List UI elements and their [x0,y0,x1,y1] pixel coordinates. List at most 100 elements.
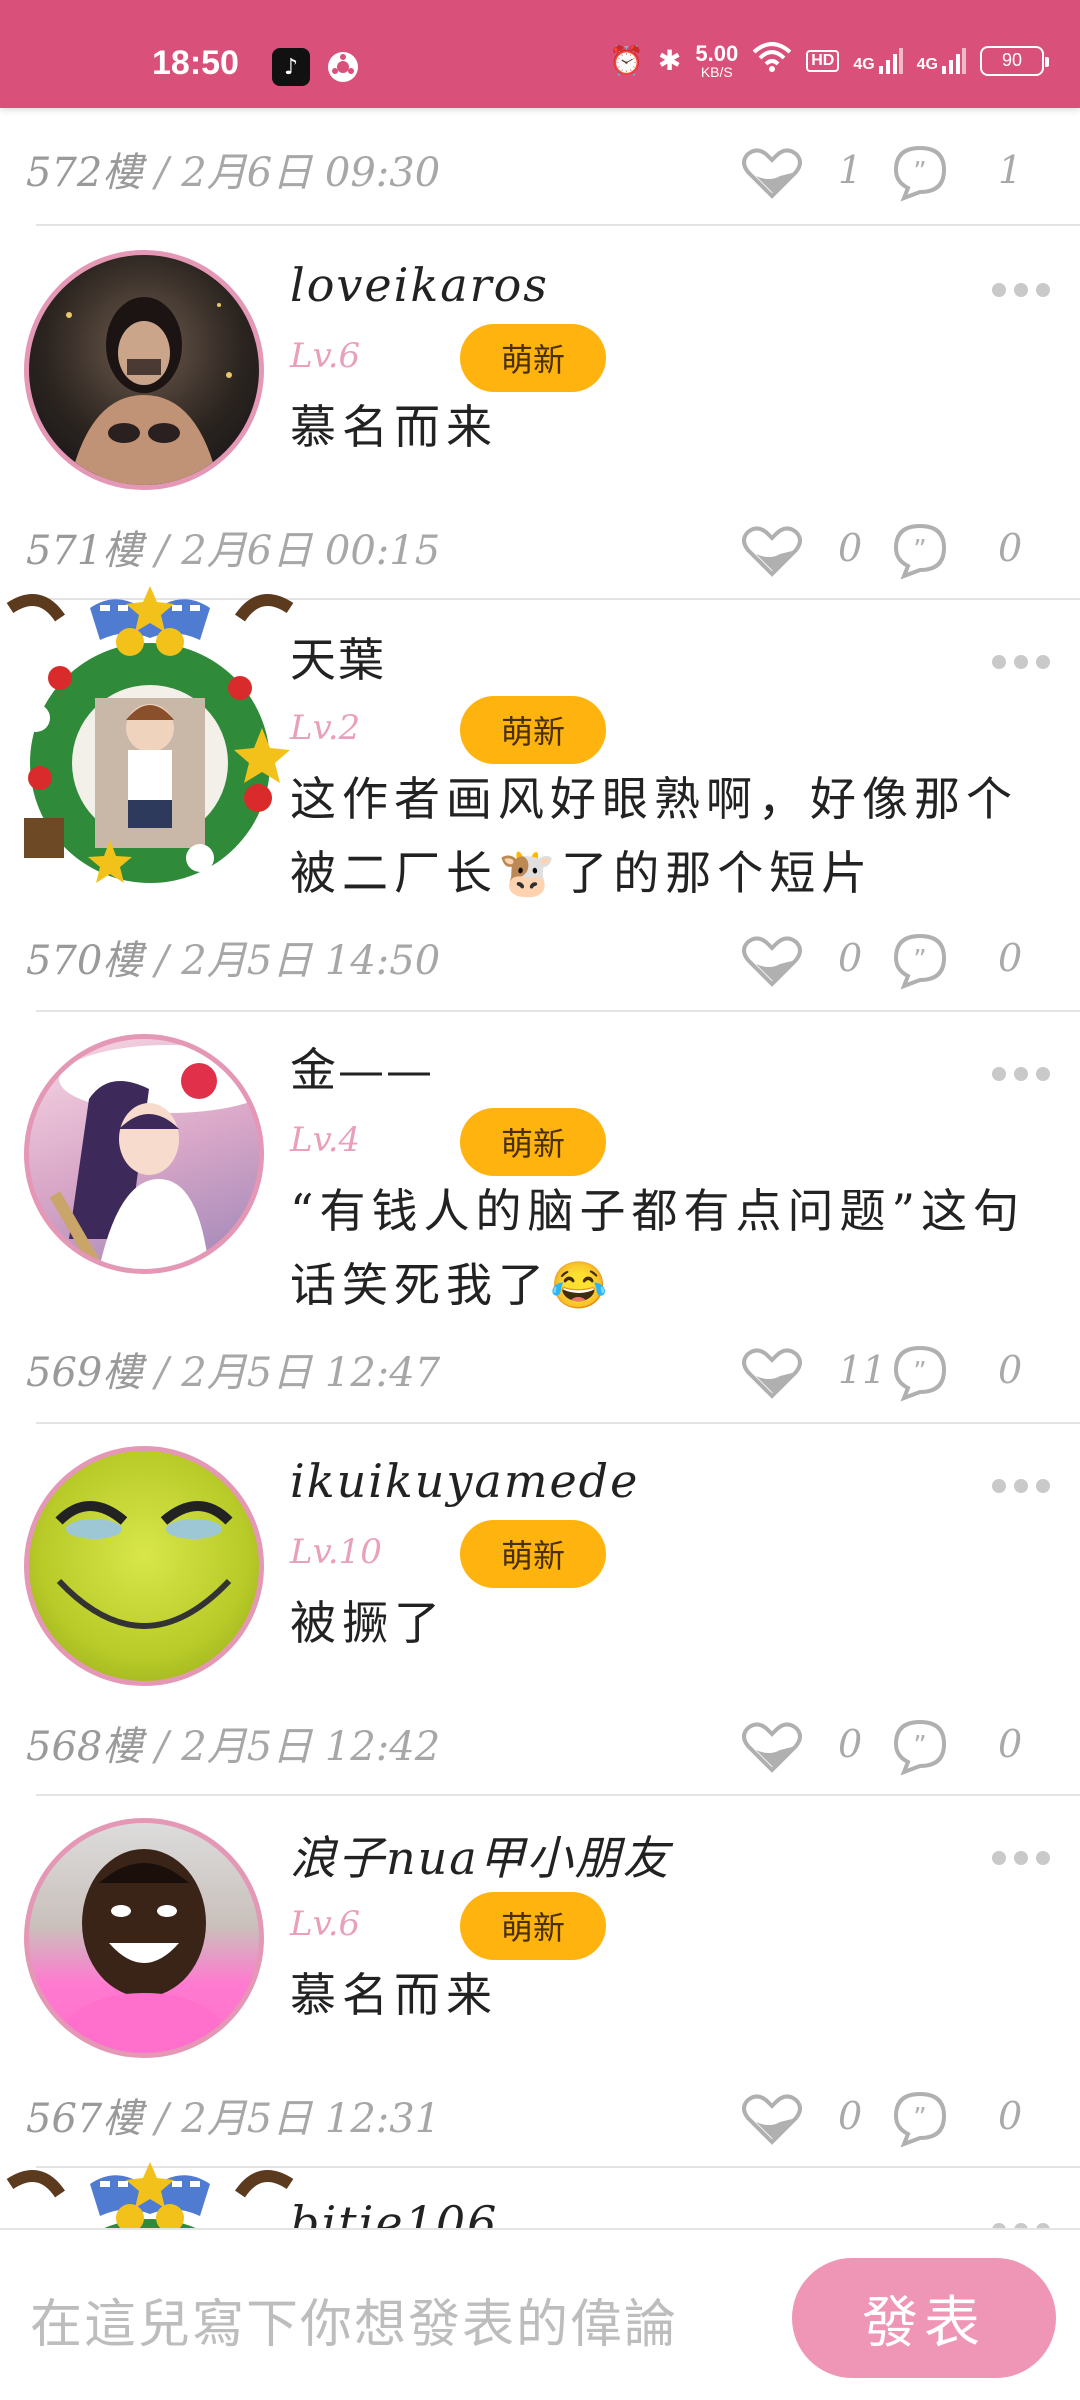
comment-text: 被撅了 [290,1596,446,1650]
user-tag-badge: 萌新 [460,696,606,764]
floor-number: 569樓 [26,1350,143,1396]
reply-icon[interactable]: ” [890,1342,950,1402]
comment-text: 慕名而来 [290,400,498,454]
network-speed: 5.00 KB/S [695,40,739,79]
username[interactable]: loveikaros [290,258,549,312]
user-level: Lv.4 [290,1120,361,1160]
reply-icon[interactable]: ” [890,2088,950,2148]
hd-badge: HD [806,49,840,72]
comment-input[interactable]: 在這兒寫下你想發表的偉論 [30,2282,750,2355]
more-options-icon[interactable] [992,1476,1052,1496]
meta-separator: / [155,938,182,984]
like-count: 0 [838,936,863,980]
like-count: 11 [838,1348,887,1392]
comment-item: loveikaros Lv.6 萌新 慕名而来 571樓 / 2月6日 00:1… [0,228,1080,600]
comment-actions: 0 ” 0 [740,1716,1080,1776]
comment-actions: 0 ” 0 [740,930,1080,990]
like-icon[interactable] [740,1716,804,1776]
wifi-icon [752,42,792,79]
more-options-icon[interactable] [992,1064,1052,1084]
comment-meta: 572樓 / 2月6日 09:30 [26,140,440,198]
avatar[interactable] [24,1034,264,1274]
signal-4g-label-1: 4G [853,55,875,73]
comment-item: 浪子nua甲小朋友 Lv.6 萌新 慕名而来 567樓 / 2月5日 12:31… [0,1796,1080,2168]
user-level: Lv.6 [290,336,361,376]
like-icon[interactable] [740,930,804,990]
svg-text:”: ” [913,535,926,565]
comment-date: 2月6日 00:15 [181,528,441,574]
comment-feed[interactable]: 572樓 / 2月6日 09:30 1 ” 1 loveikaros Lv.6 … [0,0,1080,2228]
reply-count: 0 [998,936,1023,980]
meta-separator: / [155,150,182,196]
avatar[interactable] [24,1446,264,1686]
avatar[interactable] [24,1818,264,2058]
reply-count: 1 [998,148,1023,192]
comment-date: 2月5日 12:42 [181,1724,441,1770]
comment-text: 这作者画风好眼熟啊，好像那个被二厂长🐮了的那个短片 [290,772,1018,900]
avatar[interactable] [24,250,264,490]
comment-item: 572樓 / 2月6日 09:30 1 ” 1 [0,108,1080,228]
user-tag-badge: 萌新 [460,1892,606,1960]
comment-actions: 1 ” 1 [740,142,1080,202]
comment-actions: 0 ” 0 [740,2088,1080,2148]
comment-meta: 569樓 / 2月5日 12:47 [26,1340,440,1398]
username[interactable]: 天葉 [290,624,386,690]
net-speed-value: 5.00 [695,40,739,66]
reply-count: 0 [998,1348,1023,1392]
battery-level: 90 [1001,50,1023,70]
comment-date: 2月6日 09:30 [181,150,441,196]
floor-number: 572樓 [26,150,143,196]
reply-icon[interactable]: ” [890,930,950,990]
like-icon[interactable] [740,520,804,580]
floor-number: 568樓 [26,1724,143,1770]
more-options-icon[interactable] [992,2220,1052,2228]
meta-separator: / [155,1724,182,1770]
reply-count: 0 [998,526,1023,570]
comment-meta: 568樓 / 2月5日 12:42 [26,1714,440,1772]
username[interactable]: ikuikuyamede [290,1454,639,1508]
comment-meta: 570樓 / 2月5日 14:50 [26,928,440,986]
status-indicators: ⏰ ✱ 5.00 KB/S HD 4G 4G 90 [609,40,1049,79]
username[interactable]: bitie106 [290,2196,498,2228]
user-level: Lv.6 [290,1904,361,1944]
comment-composer: 在這兒寫下你想發表的偉論 發表 [0,2228,1080,2400]
like-count: 1 [838,148,863,192]
comment-text: “有钱人的脑子都有点问题”这句话笑死我了😂 [290,1184,1026,1312]
signal-bars-icon [942,47,966,74]
more-options-icon[interactable] [992,652,1052,672]
signal-4g-1: 4G [853,47,903,74]
user-tag-badge: 萌新 [460,1108,606,1176]
bluetooth-icon: ✱ [657,45,682,76]
battery-icon: 90 [980,45,1049,76]
user-tag-badge: 萌新 [460,1520,606,1588]
like-icon[interactable] [740,1342,804,1402]
svg-text:”: ” [913,1357,926,1387]
christmas-wreath-avatar-frame[interactable] [0,578,300,898]
username[interactable]: 金—— [290,1034,434,1100]
divider [36,224,1080,226]
username[interactable]: 浪子nua甲小朋友 [290,1822,671,1888]
meta-separator: / [155,1350,182,1396]
like-icon[interactable] [740,2088,804,2148]
publish-button[interactable]: 發表 [792,2258,1056,2378]
reply-count: 0 [998,1722,1023,1766]
status-time: 18:50 [152,44,239,82]
meta-separator: / [155,2096,182,2142]
tiktok-icon: ♪ [272,48,310,86]
comment-meta: 567樓 / 2月5日 12:31 [26,2086,440,2144]
signal-4g-2: 4G [917,47,966,74]
christmas-wreath-avatar-frame[interactable] [0,2154,300,2228]
more-options-icon[interactable] [992,280,1052,300]
status-bar: 18:50 ♪ ⏰ ✱ 5.00 KB/S HD 4G 4G 90 [0,0,1080,108]
comment-actions: 0 ” 0 [740,520,1080,580]
signal-bars-icon [878,47,903,74]
like-icon[interactable] [740,142,804,202]
reply-icon[interactable]: ” [890,142,950,202]
floor-number: 571樓 [26,528,143,574]
like-count: 0 [838,1722,863,1766]
reply-icon[interactable]: ” [890,520,950,580]
more-options-icon[interactable] [992,1848,1052,1868]
reply-icon[interactable]: ” [890,1716,950,1776]
floor-number: 567樓 [26,2096,143,2142]
svg-text:”: ” [913,945,926,975]
